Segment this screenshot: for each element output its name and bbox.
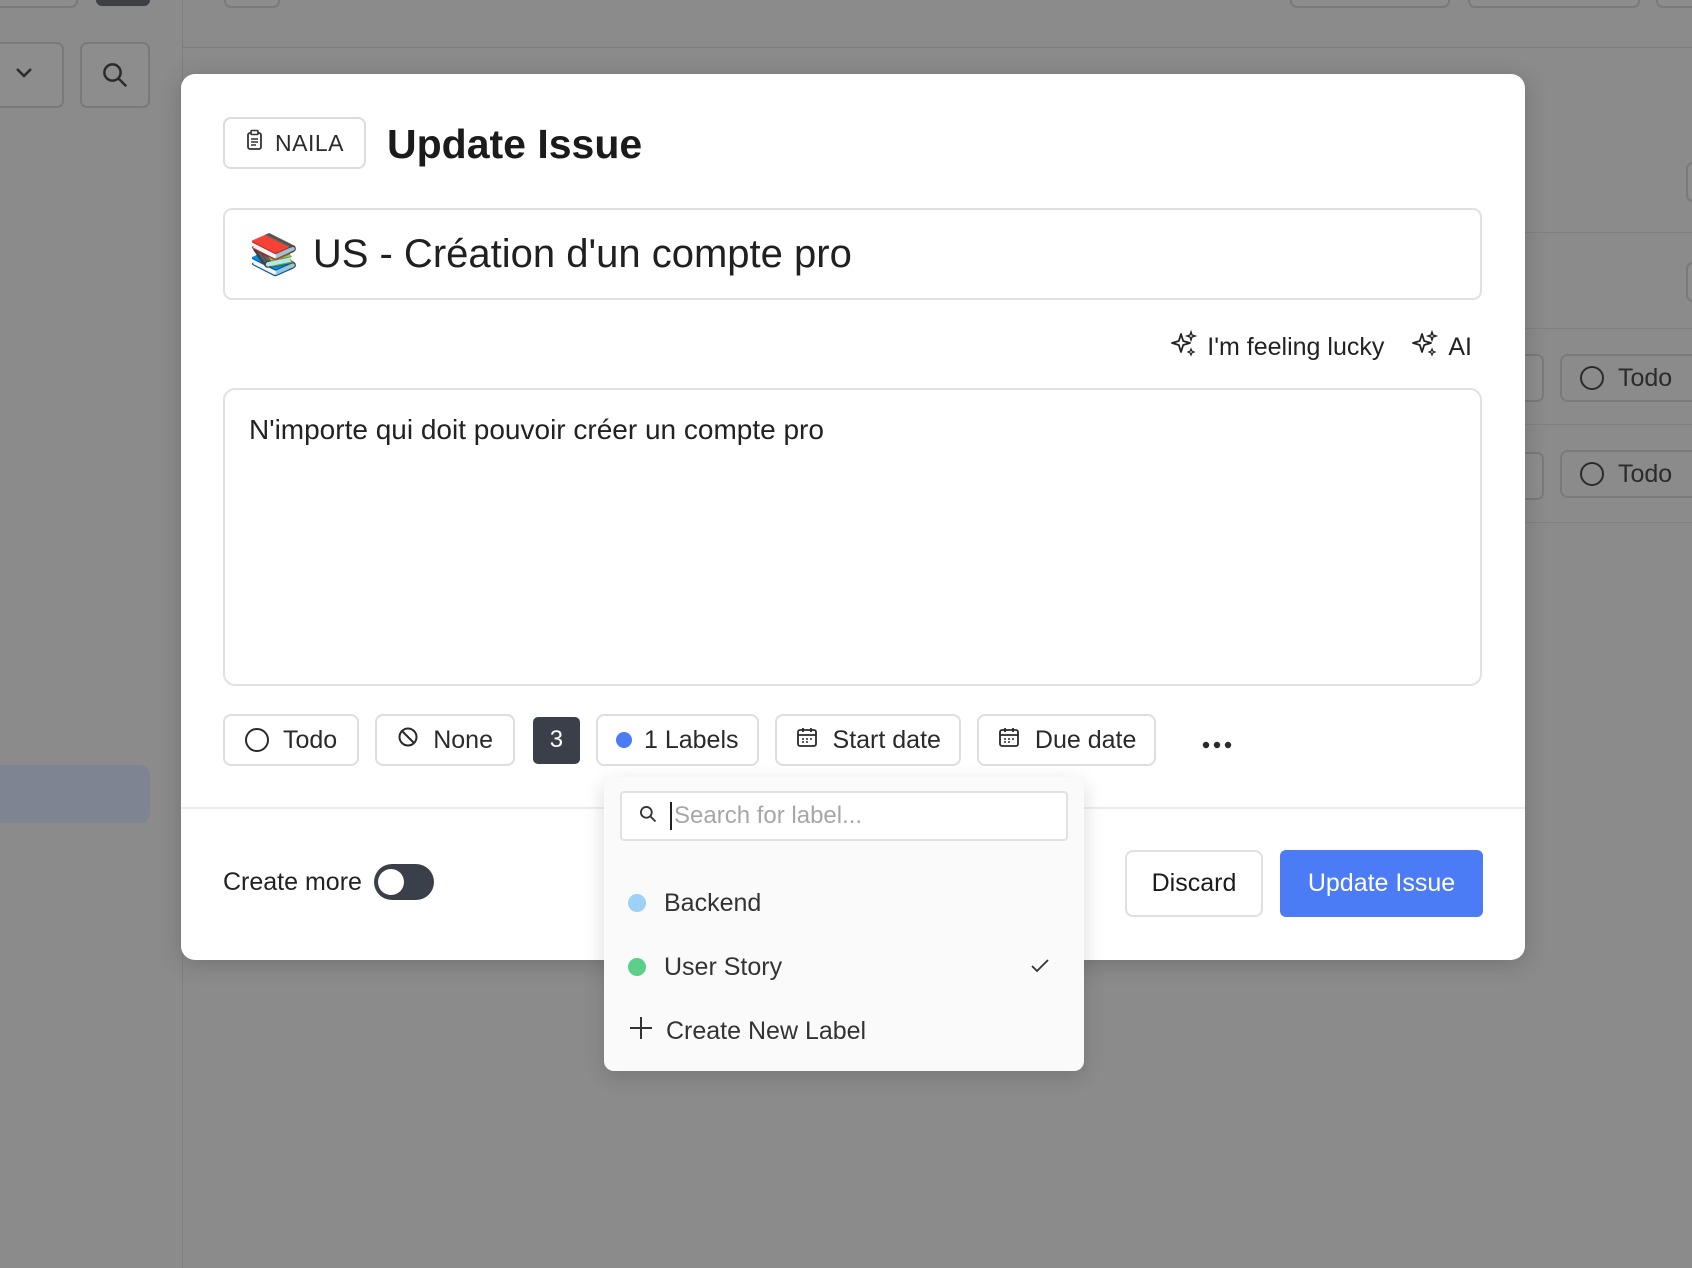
create-more-toggle[interactable] — [373, 864, 434, 900]
search-icon — [638, 804, 658, 829]
description-editor[interactable]: N'importe qui doit pouvoir créer un comp… — [223, 388, 1482, 686]
start-date-label: Start date — [832, 725, 941, 754]
background-status-pill: Todo — [1560, 354, 1692, 402]
project-name: NAILA — [275, 129, 344, 156]
background-control — [1686, 262, 1692, 302]
create-more-label: Create more — [223, 867, 362, 896]
start-date-button[interactable]: Start date — [774, 714, 961, 766]
plus-icon — [628, 1015, 654, 1048]
background-search-button — [80, 42, 150, 108]
discard-button[interactable]: Discard — [1125, 850, 1263, 917]
estimate-button[interactable]: 3 — [532, 716, 580, 764]
status-circle-icon — [1580, 366, 1604, 390]
labels-count-label: 1 Labels — [643, 725, 739, 754]
label-option-user-story[interactable]: User Story — [628, 942, 1060, 992]
calendar-icon — [997, 725, 1021, 756]
background-dropdown-button — [0, 42, 64, 108]
create-new-label-text: Create New Label — [666, 1016, 867, 1045]
background-control — [1656, 0, 1692, 8]
status-circle-icon — [1580, 462, 1604, 486]
label-color-dot — [615, 732, 632, 748]
clipboard-icon — [245, 129, 265, 157]
due-date-label: Due date — [1034, 725, 1137, 754]
background-header-divider — [183, 47, 1692, 48]
more-options-icon[interactable] — [1202, 723, 1232, 757]
books-emoji-icon: 📚 — [249, 232, 299, 277]
label-option-name: User Story — [664, 952, 783, 981]
label-search-input[interactable] — [670, 802, 1050, 830]
status-button[interactable]: Todo — [223, 714, 360, 766]
label-dropdown: Backend User Story Create New Label — [604, 777, 1084, 1071]
modal-title: Update Issue — [387, 121, 643, 167]
create-new-label-button[interactable]: Create New Label — [628, 1006, 1060, 1056]
priority-label: None — [433, 725, 493, 754]
chevron-down-icon — [12, 60, 36, 89]
background-status-label: Todo — [1618, 459, 1673, 488]
create-more-control: Create more — [223, 864, 434, 900]
project-badge[interactable]: NAILA — [223, 117, 366, 169]
labels-button[interactable]: 1 Labels — [595, 714, 759, 766]
label-option-name: Backend — [664, 888, 762, 917]
due-date-button[interactable]: Due date — [976, 714, 1157, 766]
background-control — [1686, 162, 1692, 202]
update-issue-button[interactable]: Update Issue — [1280, 850, 1483, 917]
calendar-icon — [795, 725, 819, 756]
label-color-dot — [628, 894, 646, 912]
feeling-lucky-button[interactable]: I'm feeling lucky — [1169, 329, 1385, 365]
background-status-label: Todo — [1618, 363, 1673, 392]
search-icon — [100, 60, 130, 95]
issue-properties: Todo None 3 1 Labels Start date Due date — [223, 714, 1232, 766]
issue-title-text: US - Création d'un compte pro — [312, 231, 852, 276]
status-circle-icon — [245, 728, 269, 752]
ai-button[interactable]: AI — [1410, 329, 1472, 365]
feeling-lucky-label: I'm feeling lucky — [1207, 333, 1385, 361]
label-color-dot — [628, 958, 646, 976]
label-option-backend[interactable]: Backend — [628, 878, 1060, 928]
background-control — [1468, 0, 1640, 8]
label-search-box — [620, 791, 1068, 841]
issue-title-input[interactable]: 📚 US - Création d'un compte pro — [223, 208, 1482, 300]
status-label: Todo — [283, 725, 338, 754]
background-control — [1290, 0, 1450, 8]
background-status-pill: Todo — [1560, 450, 1692, 498]
checkmark-icon — [1030, 953, 1050, 981]
background-control — [224, 0, 280, 8]
toggle-knob — [377, 869, 404, 895]
background-sidebar-active-item — [0, 765, 150, 823]
background-dark-tab — [96, 0, 150, 6]
ai-label: AI — [1448, 333, 1472, 361]
ai-actions: I'm feeling lucky AI — [1169, 329, 1472, 365]
background-tab — [0, 0, 78, 8]
sparkles-icon — [1169, 329, 1198, 365]
sparkles-icon — [1410, 329, 1439, 365]
description-text: N'importe qui doit pouvoir créer un comp… — [249, 414, 824, 445]
no-priority-icon — [397, 726, 419, 755]
priority-button[interactable]: None — [375, 714, 515, 766]
